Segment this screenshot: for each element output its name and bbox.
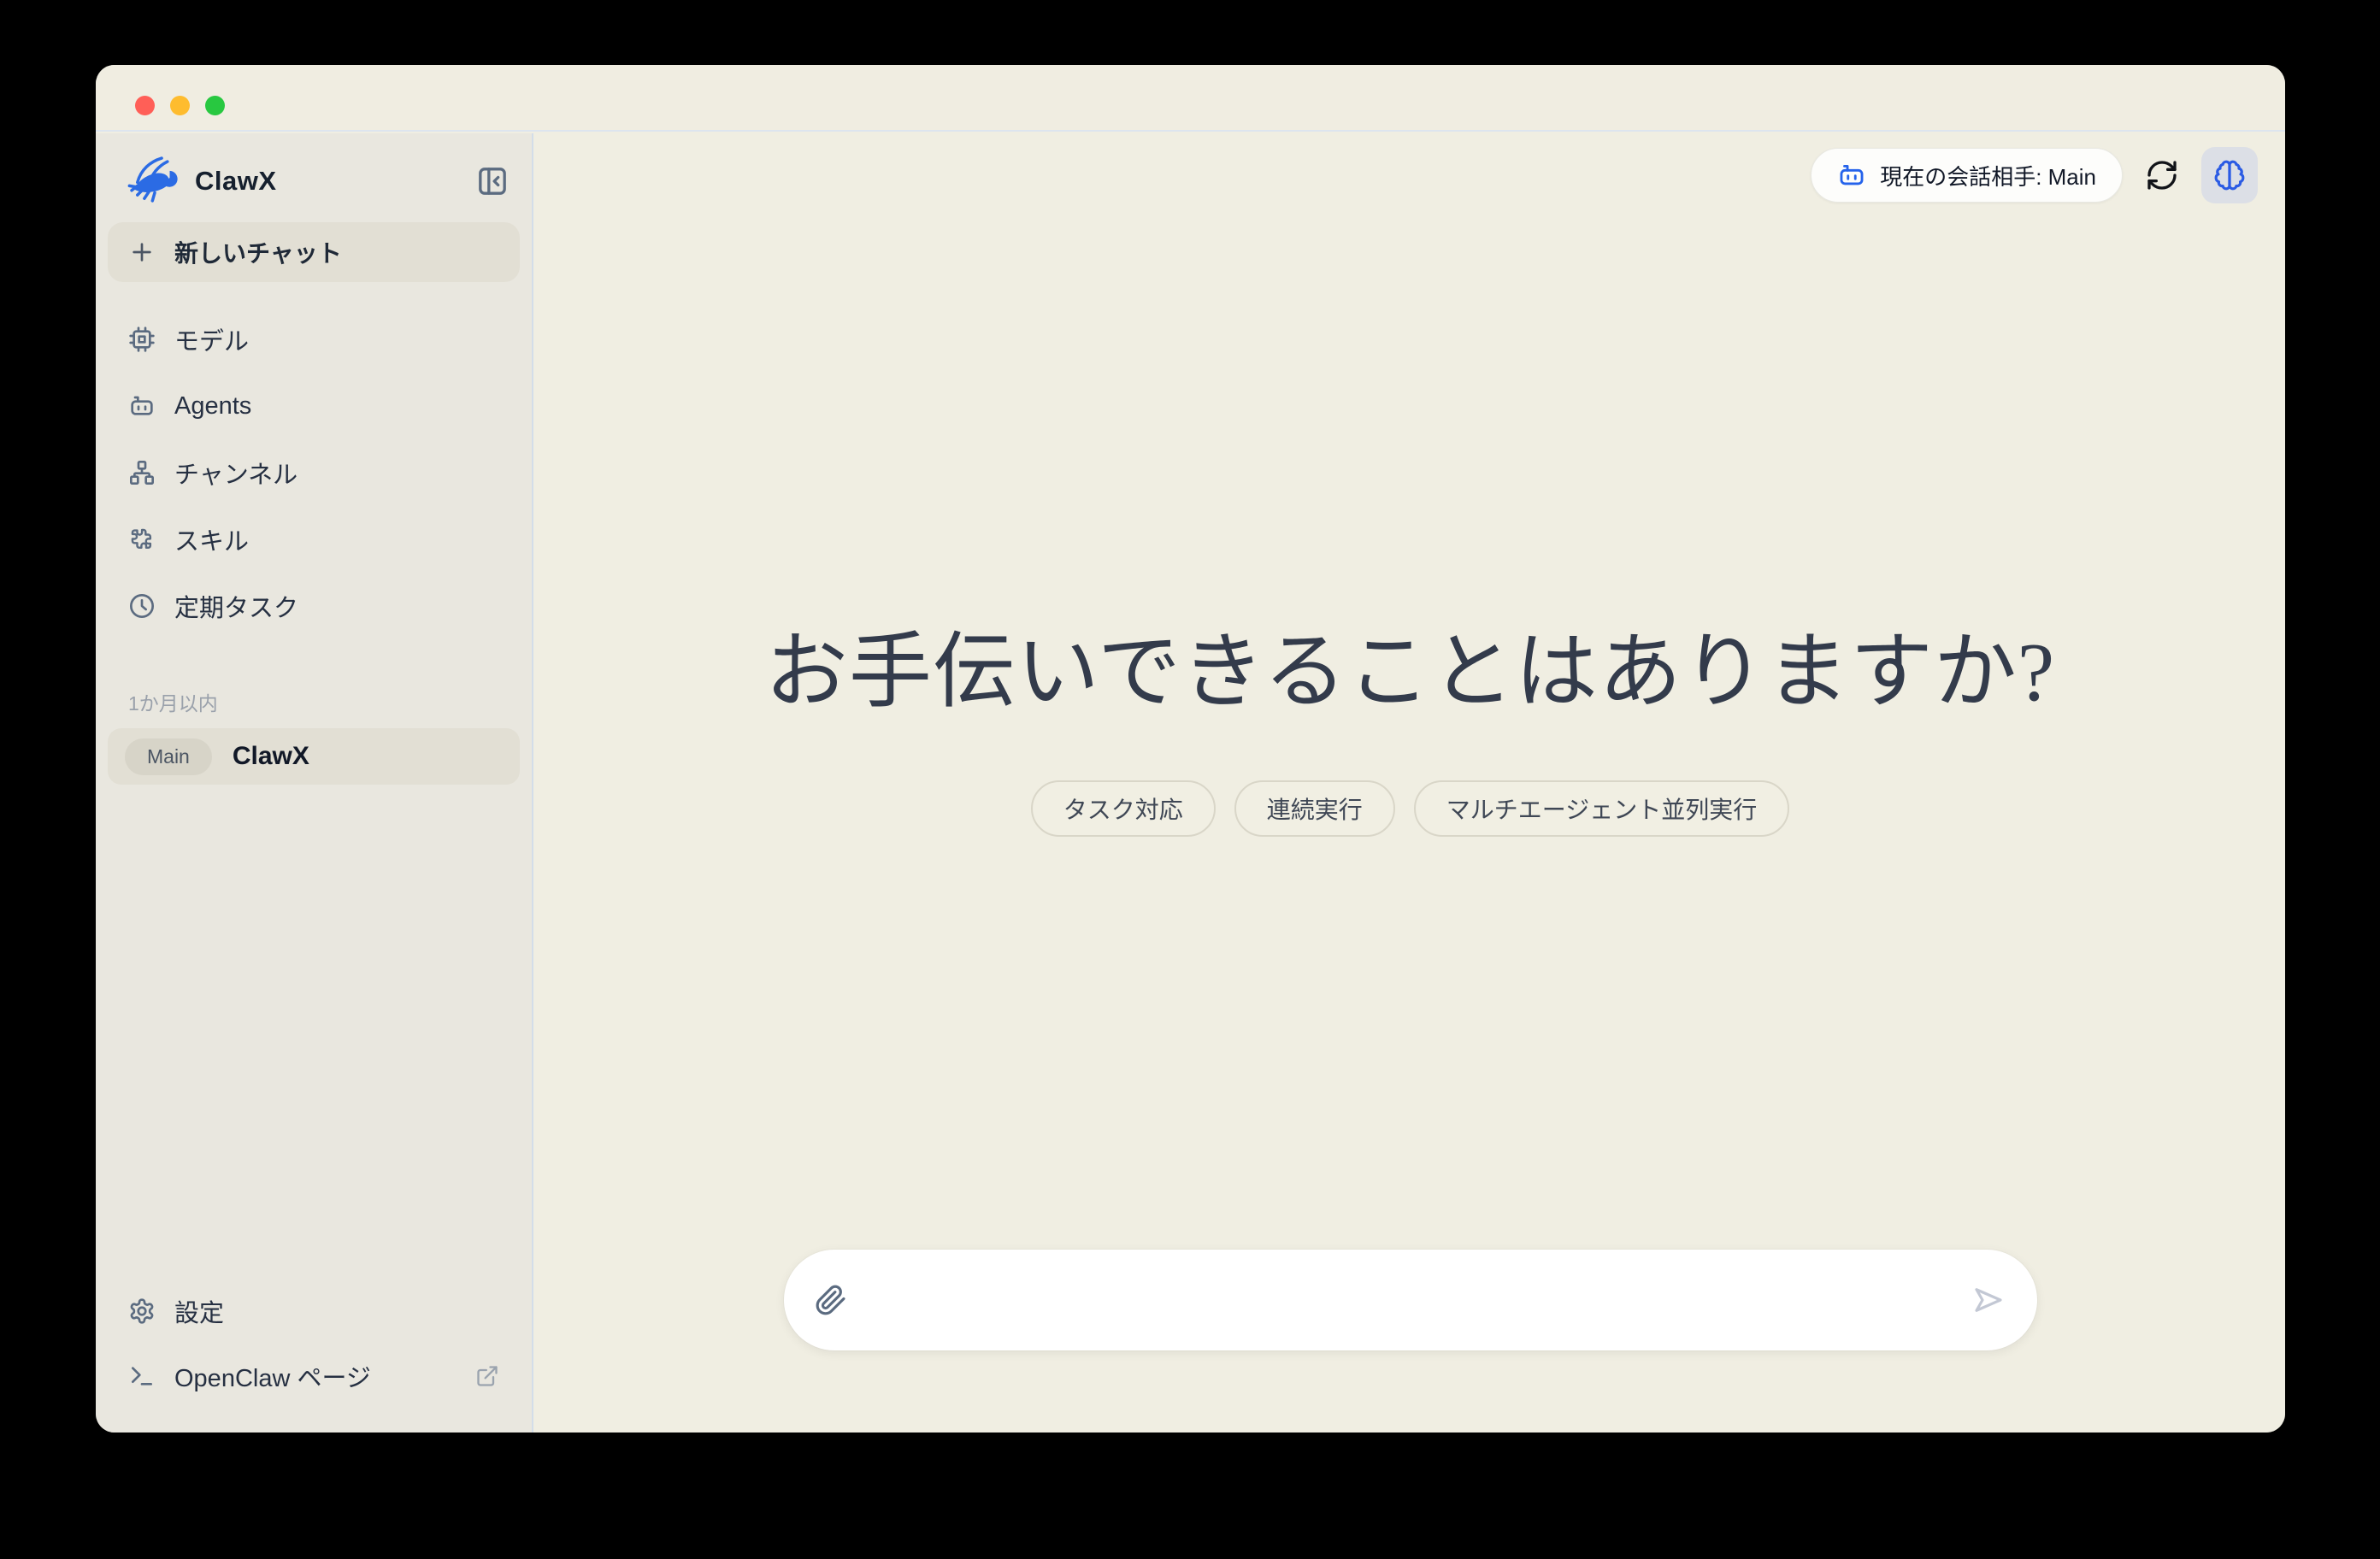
minimize-button[interactable] (170, 96, 190, 115)
refresh-icon[interactable] (2145, 158, 2179, 192)
greeting-text: お手伝いできることはありますか? (535, 603, 2285, 724)
sidebar-item-skills[interactable]: スキル (108, 506, 520, 573)
robot-icon (1837, 161, 1866, 190)
sidebar-item-label: Agents (174, 392, 251, 421)
puzzle-icon (128, 526, 156, 553)
sidebar-item-label: モデル (174, 321, 249, 357)
main-area: 現在の会話相手: Main お手伝いでき (535, 133, 2285, 1433)
brain-icon (2213, 159, 2246, 191)
robot-icon (128, 392, 156, 420)
history-item-clawx[interactable]: Main ClawX (108, 728, 520, 785)
network-icon (128, 459, 156, 486)
titlebar (96, 65, 2285, 132)
clock-icon (128, 592, 156, 620)
sidebar-item-label: 設定 (174, 1293, 224, 1329)
sidebar-item-label: チャンネル (174, 455, 298, 491)
app-title: ClawX (195, 166, 277, 197)
history-item-title: ClawX (233, 742, 309, 771)
external-link-icon (475, 1364, 499, 1388)
sidebar-item-channels[interactable]: チャンネル (108, 439, 520, 506)
message-composer (784, 1250, 2037, 1350)
sidebar: ClawX 新しいチャット (96, 133, 533, 1433)
current-conversation-button[interactable]: 現在の会話相手: Main (1811, 148, 2123, 203)
sidebar-item-agents[interactable]: Agents (108, 373, 520, 439)
hero: お手伝いできることはありますか? タスク対応 連続実行 マルチエージェント並列実… (535, 603, 2285, 837)
sidebar-item-openclaw-page[interactable]: OpenClaw ページ (108, 1344, 520, 1409)
send-icon[interactable] (1971, 1282, 2006, 1318)
new-chat-button[interactable]: 新しいチャット (108, 222, 520, 282)
suggestion-pill-multiagent[interactable]: マルチエージェント並列実行 (1414, 780, 1789, 837)
message-input[interactable] (868, 1250, 1950, 1350)
status-text: ゲートウェイ 接続済み | ポート: 18789 | pid: 69319 (810, 1431, 1299, 1433)
sidebar-item-label: スキル (174, 521, 249, 557)
suggestion-pills: タスク対応 連続実行 マルチエージェント並列実行 (535, 780, 2285, 837)
zoom-button[interactable] (205, 96, 225, 115)
suggestion-pill-continuous[interactable]: 連続実行 (1234, 780, 1395, 837)
main-header: 現在の会話相手: Main (1811, 147, 2258, 203)
history-section-label: 1か月以内 (128, 687, 520, 716)
sidebar-nav: モデル Agents (108, 306, 520, 639)
lobster-logo-icon (127, 155, 183, 208)
new-chat-label: 新しいチャット (174, 235, 342, 269)
plus-icon (128, 238, 156, 266)
cpu-icon (128, 326, 156, 353)
brain-button[interactable] (2201, 147, 2258, 203)
terminal-icon (128, 1362, 156, 1390)
paperclip-icon[interactable] (815, 1284, 847, 1316)
close-button[interactable] (135, 96, 155, 115)
gear-icon (128, 1297, 156, 1325)
gateway-statusbar: ゲートウェイ 接続済み | ポート: 18789 | pid: 69319 (784, 1431, 2037, 1433)
panel-collapse-icon[interactable] (474, 162, 511, 200)
current-conversation-label: 現在の会話相手: Main (1880, 160, 2096, 191)
sidebar-header: ClawX (108, 150, 520, 212)
sidebar-item-settings[interactable]: 設定 (108, 1279, 520, 1344)
sidebar-item-models[interactable]: モデル (108, 306, 520, 373)
sidebar-item-scheduled-tasks[interactable]: 定期タスク (108, 573, 520, 639)
app-window: ClawX 新しいチャット (96, 65, 2285, 1433)
agent-badge: Main (125, 738, 212, 775)
sidebar-item-label: OpenClaw ページ (174, 1358, 371, 1394)
suggestion-pill-task[interactable]: タスク対応 (1031, 780, 1216, 837)
sidebar-item-label: 定期タスク (174, 588, 298, 624)
